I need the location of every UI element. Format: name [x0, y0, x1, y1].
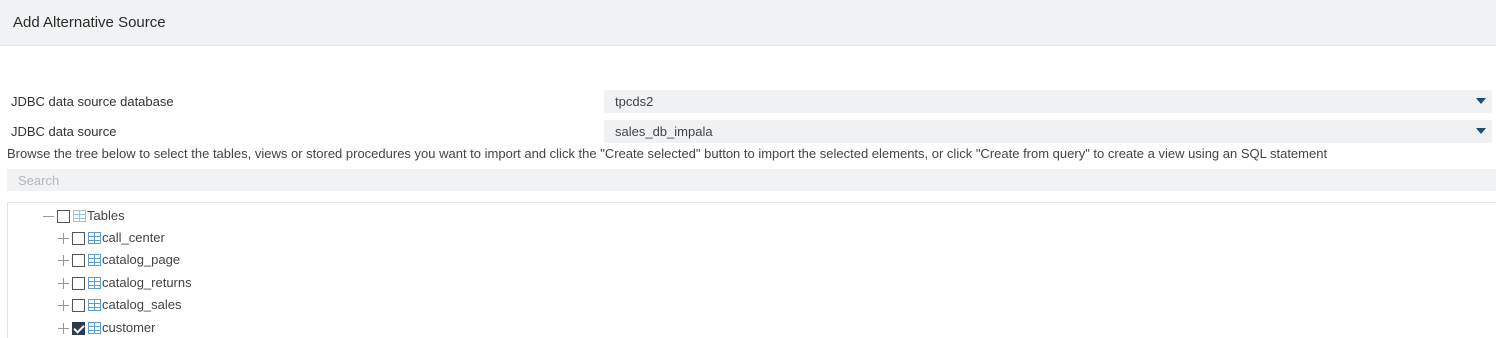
- item-checkbox[interactable]: [72, 254, 85, 267]
- dialog-header: Add Alternative Source: [0, 0, 1496, 46]
- table-icon: [88, 232, 101, 244]
- caret-down-icon[interactable]: [1476, 128, 1486, 134]
- item-checkbox-checked[interactable]: [72, 322, 85, 335]
- item-checkbox[interactable]: [72, 277, 85, 290]
- jdbc-source-label: JDBC data source: [11, 124, 117, 139]
- table-icon: [88, 254, 101, 266]
- jdbc-source-value: sales_db_impala: [615, 124, 713, 139]
- help-text: Browse the tree below to select the tabl…: [7, 146, 1328, 161]
- tables-checkbox[interactable]: [57, 210, 70, 223]
- minus-icon[interactable]: [43, 205, 54, 225]
- tree-item-label[interactable]: customer: [102, 320, 155, 335]
- plus-icon[interactable]: [58, 317, 69, 337]
- item-checkbox[interactable]: [72, 299, 85, 312]
- table-icon: [88, 322, 101, 334]
- jdbc-source-select[interactable]: sales_db_impala: [604, 120, 1492, 143]
- table-icon: [88, 277, 101, 289]
- jdbc-database-select[interactable]: tpcds2: [604, 90, 1492, 113]
- caret-down-icon[interactable]: [1476, 98, 1486, 104]
- tree-item-label[interactable]: catalog_returns: [102, 275, 192, 290]
- tree-item-label[interactable]: catalog_page: [102, 252, 180, 267]
- tree-item-label[interactable]: catalog_sales: [102, 297, 182, 312]
- dialog-title: Add Alternative Source: [13, 14, 166, 31]
- source-tree: Tables call_center catalog_page catalog_…: [7, 202, 1496, 338]
- plus-icon[interactable]: [58, 272, 69, 292]
- tree-item-label[interactable]: call_center: [102, 230, 165, 245]
- plus-icon[interactable]: [58, 294, 69, 314]
- jdbc-database-label: JDBC data source database: [11, 94, 174, 109]
- search-input[interactable]: [7, 169, 1496, 191]
- plus-icon[interactable]: [58, 249, 69, 269]
- plus-icon[interactable]: [58, 227, 69, 247]
- table-icon: [88, 299, 101, 311]
- jdbc-database-value: tpcds2: [615, 94, 654, 109]
- table-icon: [73, 210, 86, 222]
- item-checkbox[interactable]: [72, 232, 85, 245]
- tree-node-label: Tables: [87, 208, 125, 223]
